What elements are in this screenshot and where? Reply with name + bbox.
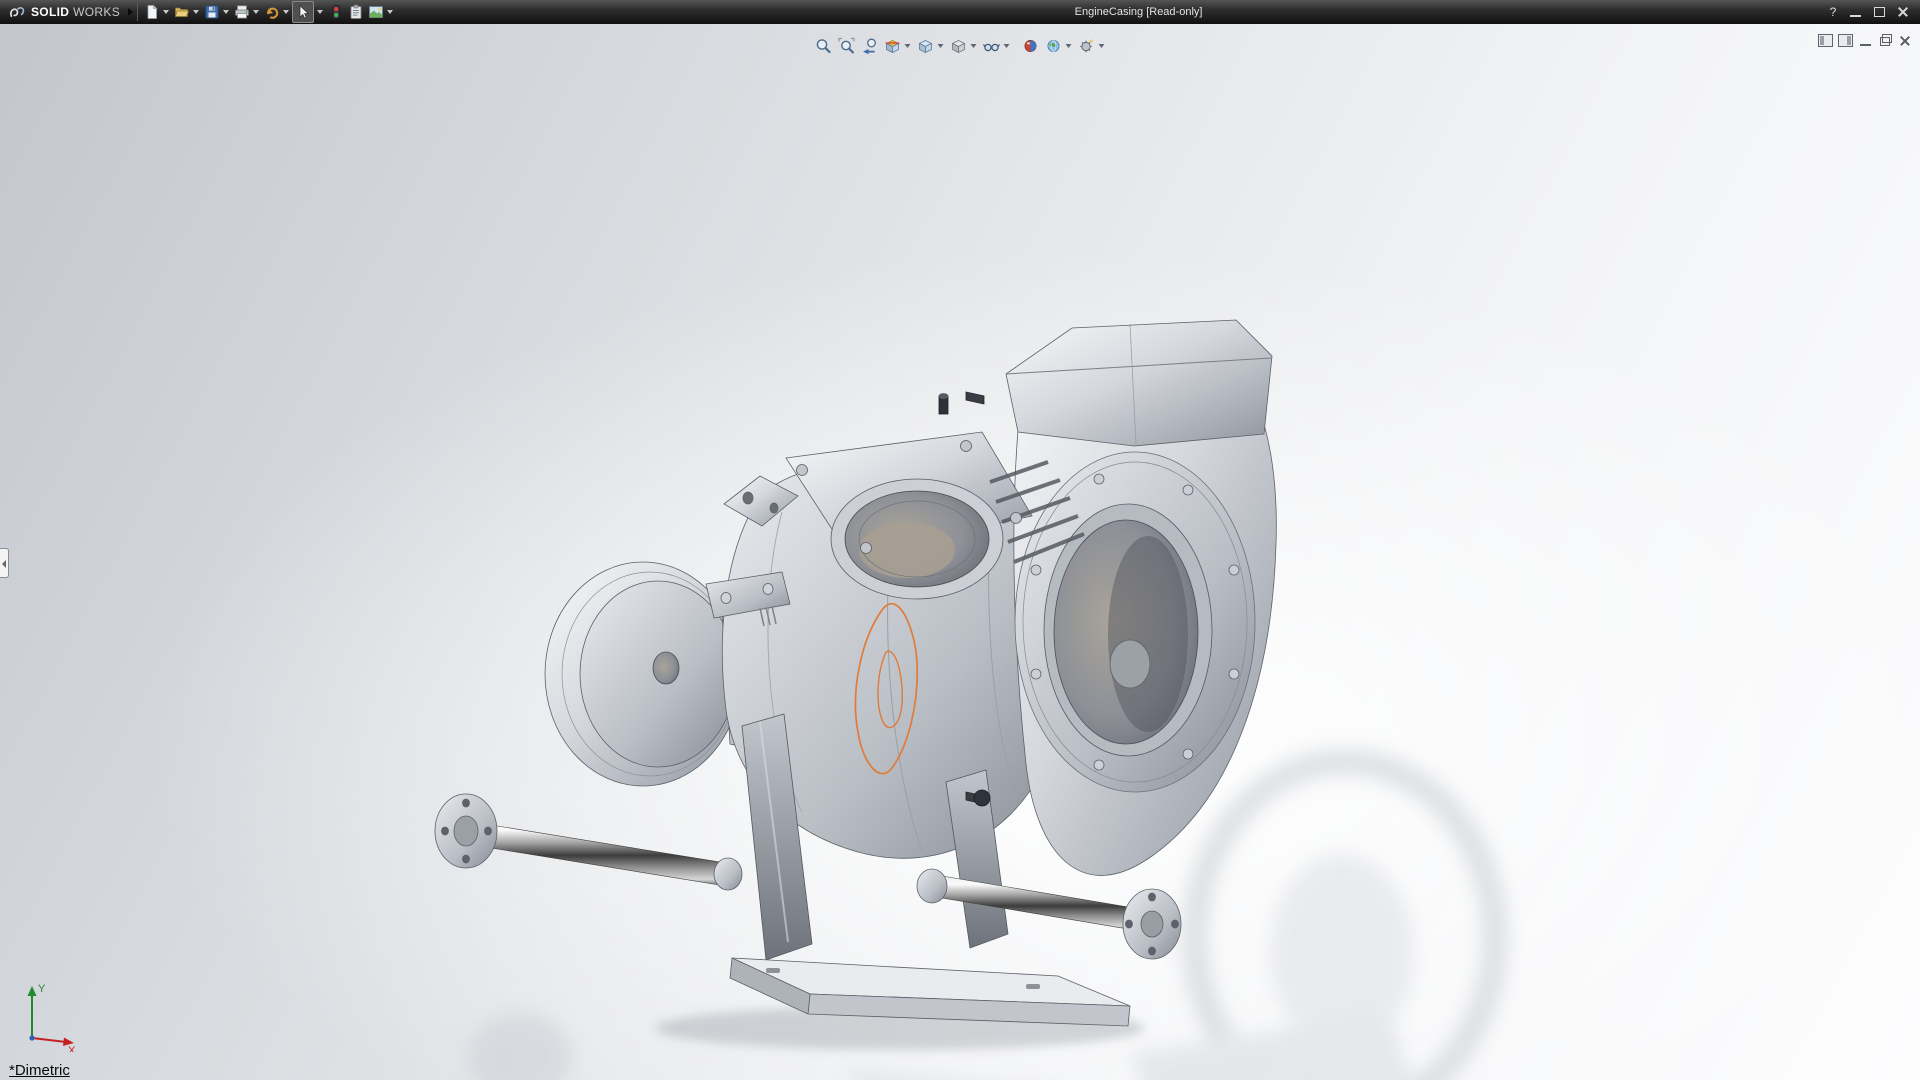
toolbar-separator xyxy=(137,3,139,21)
close-document-icon[interactable] xyxy=(1898,34,1913,47)
app-name-works: WORKS xyxy=(73,5,121,19)
help-button[interactable]: ? xyxy=(1826,5,1840,19)
zoom-to-area-button[interactable] xyxy=(836,35,858,57)
edit-appearance-icon xyxy=(1024,40,1037,52)
window-controls: ? xyxy=(1826,5,1920,19)
dock-pane-right-icon[interactable] xyxy=(1838,34,1853,47)
select-dropdown-arrow-icon[interactable] xyxy=(317,10,324,14)
hide-show-items-dropdown-arrow-icon[interactable] xyxy=(1003,44,1010,48)
dock-pane-left-icon[interactable] xyxy=(1818,34,1833,47)
rebuild-traffic-light-icon xyxy=(332,5,340,19)
view-settings-button[interactable] xyxy=(1076,35,1108,57)
new-dropdown-arrow-icon[interactable] xyxy=(163,10,170,14)
handle-bar-left[interactable] xyxy=(434,793,743,891)
maximize-button[interactable] xyxy=(1871,5,1888,19)
view-orientation-icon xyxy=(918,40,933,54)
triad-x-label: X xyxy=(68,1045,76,1052)
previous-view-icon xyxy=(863,38,876,55)
open-folder-icon xyxy=(174,7,190,17)
titlebar: SOLID WORKS EngineCasing [Read-only] ? xyxy=(0,0,1920,24)
undo-dropdown-arrow-icon[interactable] xyxy=(283,10,290,14)
file-properties-icon xyxy=(350,4,362,19)
apply-scene-button[interactable] xyxy=(1043,35,1075,57)
hide-show-items-button[interactable] xyxy=(981,35,1013,57)
minimize-document-icon[interactable] xyxy=(1858,34,1873,47)
view-settings-dropdown-arrow-icon[interactable] xyxy=(1098,44,1105,48)
solidworks-window: SOLID WORKS EngineCasing [Read-only] ? Y… xyxy=(0,0,1920,1080)
handle-bar-right[interactable] xyxy=(916,868,1182,960)
new-document-icon xyxy=(147,4,158,19)
section-view-button[interactable] xyxy=(882,35,914,57)
save-dropdown-arrow-icon[interactable] xyxy=(223,10,230,14)
zoom-to-fit-icon xyxy=(816,39,831,54)
panel-collapse-handle[interactable] xyxy=(0,548,9,578)
solidworks-logo[interactable]: SOLID WORKS xyxy=(0,0,128,24)
section-view-dropdown-arrow-icon[interactable] xyxy=(904,44,911,48)
graphics-viewport[interactable]: Y X *Dimetric xyxy=(0,24,1920,1080)
options-dropdown-arrow-icon[interactable] xyxy=(387,10,394,14)
view-orientation-dropdown-arrow-icon[interactable] xyxy=(937,44,944,48)
view-settings-icon xyxy=(1080,39,1093,53)
undo-icon xyxy=(267,7,279,19)
select-dropdown[interactable] xyxy=(314,1,326,23)
print-icon xyxy=(235,5,249,19)
zoom-to-area-icon xyxy=(838,37,855,54)
display-style-icon xyxy=(951,40,966,54)
open-dropdown-arrow-icon[interactable] xyxy=(193,10,200,14)
display-style-dropdown-arrow-icon[interactable] xyxy=(970,44,977,48)
view-orientation-button[interactable] xyxy=(915,35,947,57)
select-cursor-icon xyxy=(299,4,309,19)
file-properties-button[interactable] xyxy=(346,1,366,23)
view-orientation-label: *Dimetric xyxy=(9,1062,70,1079)
open-button[interactable] xyxy=(172,1,202,23)
previous-view-button[interactable] xyxy=(859,35,881,57)
options-scene-icon xyxy=(369,6,383,18)
rebuild-button[interactable] xyxy=(326,1,346,23)
app-name-solid: SOLID xyxy=(31,5,70,19)
menu-flyout-arrow-icon[interactable] xyxy=(128,8,134,16)
select-button[interactable] xyxy=(292,1,315,23)
reference-triad: Y X xyxy=(27,983,76,1052)
new-button[interactable] xyxy=(142,1,172,23)
minimize-button[interactable] xyxy=(1847,5,1864,19)
display-style-button[interactable] xyxy=(948,35,980,57)
close-button[interactable] xyxy=(1895,5,1912,19)
options-button[interactable] xyxy=(366,1,396,23)
top-housing-box[interactable] xyxy=(938,319,1273,447)
document-title: EngineCasing [Read-only] xyxy=(1074,6,1203,18)
print-button[interactable] xyxy=(232,1,262,23)
save-button[interactable] xyxy=(202,1,232,23)
heads-up-view-toolbar xyxy=(813,35,1108,57)
hide-show-items-icon xyxy=(983,43,1000,52)
save-icon xyxy=(205,5,219,19)
triad-y-label: Y xyxy=(38,983,46,995)
dassault-3ds-logo-icon xyxy=(10,6,25,17)
edit-appearance-button[interactable] xyxy=(1020,35,1042,57)
section-view-icon xyxy=(885,40,900,54)
undo-button[interactable] xyxy=(262,1,292,23)
restore-document-icon[interactable] xyxy=(1878,34,1893,47)
apply-scene-dropdown-arrow-icon[interactable] xyxy=(1065,44,1072,48)
model-engine-casing[interactable] xyxy=(430,312,1530,1080)
apply-scene-icon xyxy=(1047,40,1060,52)
print-dropdown-arrow-icon[interactable] xyxy=(253,10,260,14)
document-window-controls xyxy=(1818,34,1913,47)
zoom-to-fit-button[interactable] xyxy=(813,35,835,57)
